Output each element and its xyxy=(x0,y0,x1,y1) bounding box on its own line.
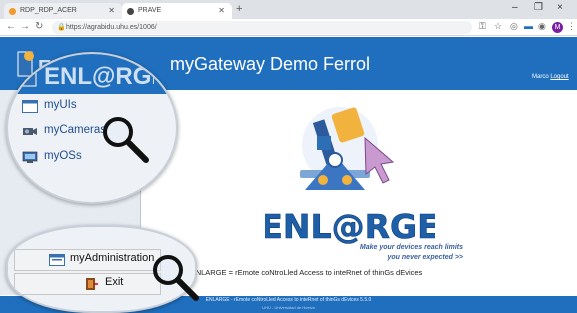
enlarge-logo: ENL@RGE xyxy=(19,57,154,90)
exit-button-label: Exit xyxy=(105,276,124,288)
minimize-button[interactable]: – xyxy=(512,2,518,13)
url-text: https://agrabidu.uhu.es/1006/ xyxy=(66,24,157,31)
enlarge-main-logo: ENL@RGE xyxy=(265,107,435,245)
tab-title: PRAVE xyxy=(138,7,162,14)
menu-dots-icon[interactable]: ⋮ xyxy=(567,21,576,32)
admin-icon xyxy=(49,254,65,266)
extension-icon[interactable]: ◉ xyxy=(538,21,546,32)
admin-button-label: myAdministration xyxy=(70,252,155,264)
sidebar-item-label: myUIs xyxy=(44,99,77,111)
exit-door-icon xyxy=(86,278,98,290)
magnifier-lens: ENL@RGE myUIs myCameras myOSs xyxy=(6,52,178,204)
browser-tab[interactable]: RDP_RDP_ACER ✕ xyxy=(4,3,122,19)
new-tab-button[interactable]: + xyxy=(236,3,242,15)
enlarge-logo-text: ENL@RGE xyxy=(265,207,435,245)
url-input[interactable]: 🔒 https://agrabidu.uhu.es/1006/ xyxy=(52,21,472,34)
tagline: Make your devices reach limits you never… xyxy=(293,243,463,263)
browser-tab-active[interactable]: PRAVE ✕ xyxy=(122,3,232,19)
forward-arrow-icon[interactable]: → xyxy=(20,21,30,32)
extension-icon[interactable]: ▬ xyxy=(524,21,533,31)
tab-favicon-icon xyxy=(9,8,16,15)
camera-icon xyxy=(23,128,37,135)
tab-favicon-icon xyxy=(127,8,134,15)
lock-icon: 🔒 xyxy=(57,24,66,31)
logout-link[interactable]: Logout xyxy=(550,74,568,80)
page-title: myGateway Demo Ferrol xyxy=(170,54,371,74)
user-name: Marco xyxy=(532,74,549,80)
tab-close-icon[interactable]: ✕ xyxy=(218,3,225,19)
tagline-line: Make your devices reach limits xyxy=(359,244,463,251)
tab-close-icon[interactable]: ✕ xyxy=(108,3,115,19)
svg-text:ENL@RGE: ENL@RGE xyxy=(44,63,154,90)
close-window-button[interactable]: × xyxy=(557,2,563,13)
tagline-line: you never expected >> xyxy=(387,254,463,261)
key-icon[interactable]: ⚿ xyxy=(479,21,486,32)
maximize-button[interactable]: ❐ xyxy=(534,2,543,13)
reload-icon[interactable]: ↻ xyxy=(35,21,43,32)
user-menu[interactable]: Marco Logout xyxy=(532,74,569,80)
computer-icon xyxy=(22,151,38,163)
back-arrow-icon[interactable]: ← xyxy=(6,21,16,32)
profile-avatar[interactable]: M xyxy=(552,22,563,33)
star-icon[interactable]: ☆ xyxy=(494,21,502,32)
admin-button[interactable]: myAdministration xyxy=(14,249,161,271)
magnifying-glass-icon xyxy=(153,255,199,301)
tab-title: RDP_RDP_ACER xyxy=(20,7,77,14)
window-icon xyxy=(22,100,38,113)
sidebar-item-label: myCameras xyxy=(44,124,106,136)
extension-icon[interactable]: ◎ xyxy=(510,21,518,32)
magnifying-glass-icon xyxy=(103,117,149,163)
exit-button[interactable]: Exit xyxy=(14,273,161,295)
sidebar-item-label: myOSs xyxy=(44,150,82,162)
